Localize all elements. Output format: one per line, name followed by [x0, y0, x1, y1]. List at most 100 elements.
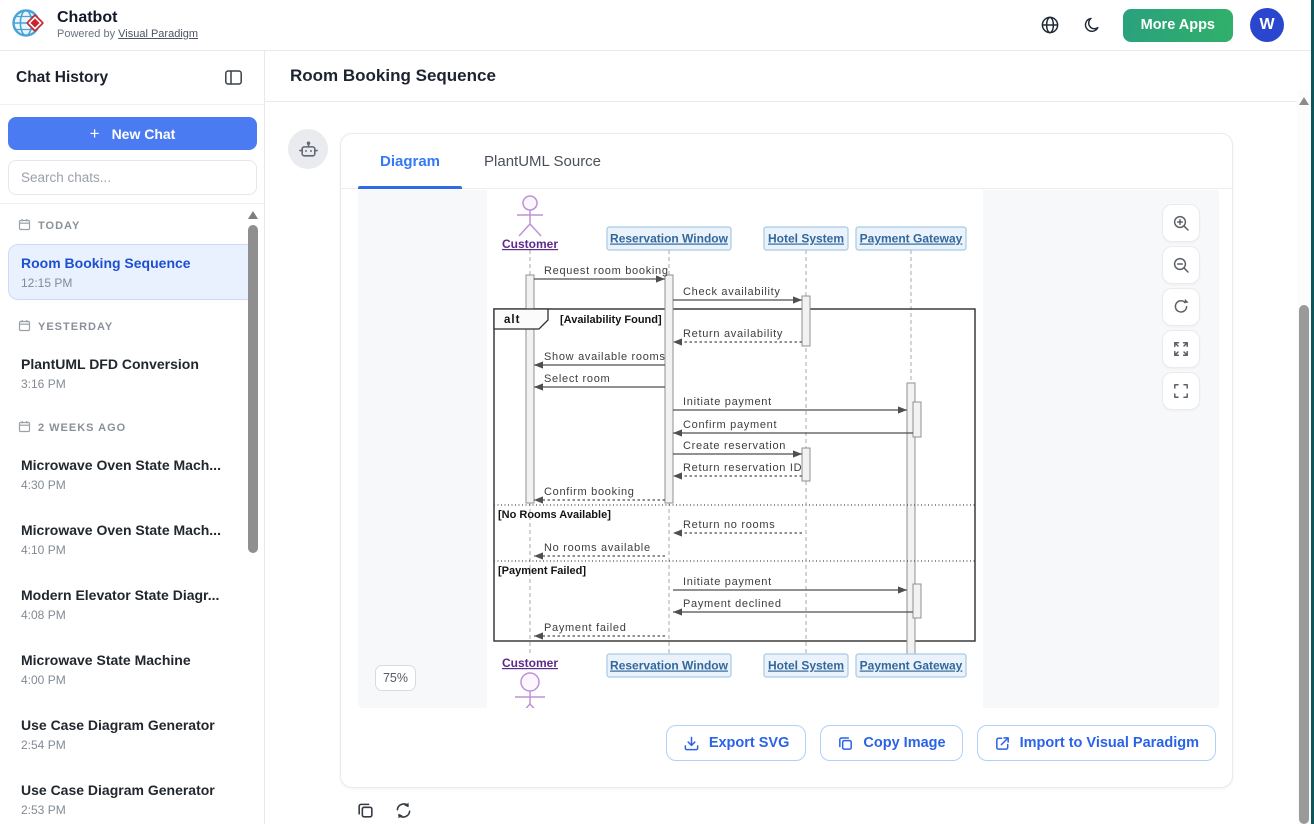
section-label: YESTERDAY	[38, 321, 113, 333]
svg-text:Customer: Customer	[502, 237, 558, 251]
tab-bar: DiagramPlantUML Source	[341, 134, 1232, 189]
sidebar-scroll-up-arrow[interactable]	[248, 211, 258, 219]
chat-item-time: 4:10 PM	[21, 543, 243, 557]
main-scrollbar[interactable]	[1297, 90, 1311, 824]
action-label: Import to Visual Paradigm	[1020, 735, 1199, 751]
sidebar: Chat History + New Chat TODAY Room Bookin…	[0, 51, 265, 824]
diagram-card: DiagramPlantUML Source [No Rooms Availab…	[340, 133, 1233, 788]
chat-item-active[interactable]: Room Booking Sequence12:15 PM	[8, 244, 256, 300]
tab-plantuml-source[interactable]: PlantUML Source	[462, 134, 623, 188]
svg-text:Payment failed: Payment failed	[544, 622, 627, 634]
section-label: 2 WEEKS AGO	[38, 422, 126, 434]
chat-item-time: 3:16 PM	[21, 377, 243, 391]
chat-item[interactable]: Microwave Oven State Mach... 4:30 PM	[8, 446, 256, 502]
chat-item[interactable]: Modern Elevator State Diagr...4:08 PM	[8, 576, 256, 632]
svg-text:Initiate payment: Initiate payment	[683, 396, 772, 408]
chat-item-time: 2:54 PM	[21, 738, 243, 752]
reset-icon	[1172, 298, 1190, 316]
import-vp-button[interactable]: Import to Visual Paradigm	[977, 725, 1216, 761]
visual-paradigm-link[interactable]: Visual Paradigm	[118, 28, 198, 40]
scroll-up-arrow[interactable]	[1299, 97, 1309, 105]
chat-item[interactable]: Microwave Oven State Mach... 4:10 PM	[8, 511, 256, 567]
app-header: Chatbot Powered by Visual Paradigm	[0, 0, 1314, 51]
action-label: Copy Image	[863, 735, 945, 751]
svg-text:Select room: Select room	[544, 373, 610, 385]
chat-section: 2 WEEKS AGO Microwave Oven State Mach... 4…	[8, 418, 256, 819]
svg-text:No rooms available: No rooms available	[544, 542, 651, 554]
plus-icon: +	[90, 125, 100, 142]
diagram-actions: Export SVG Copy Image Import to Visual Par…	[666, 725, 1216, 761]
chat-list: TODAY Room Booking Sequence12:15 PM YESTER…	[0, 204, 264, 819]
chat-item-title: Use Case Diagram Generator	[21, 781, 243, 800]
chat-item-title: PlantUML DFD Conversion	[21, 355, 243, 374]
response-actions	[355, 800, 413, 820]
svg-text:Payment Gateway: Payment Gateway	[860, 659, 963, 673]
zoom-out-icon	[1172, 256, 1190, 274]
zoom-toolbar	[1162, 204, 1200, 410]
fullscreen-button[interactable]	[1162, 372, 1200, 410]
app-root: Chatbot Powered by Visual Paradigm	[0, 0, 1314, 824]
section-header: YESTERDAY	[8, 317, 256, 345]
collapse-panel-icon[interactable]	[220, 65, 246, 91]
expand-icon	[1172, 340, 1190, 358]
chat-item[interactable]: Use Case Diagram Generator 2:54 PM	[8, 706, 256, 762]
calendar-icon	[18, 319, 31, 335]
svg-text:[Availability Found]: [Availability Found]	[560, 314, 662, 326]
chat-item-time: 4:00 PM	[21, 673, 243, 687]
page-title: Room Booking Sequence	[290, 66, 496, 86]
refresh-icon	[394, 801, 413, 820]
sidebar-scrollbar-thumb[interactable]	[248, 225, 258, 553]
language-globe-button[interactable]	[1037, 12, 1063, 38]
fit-screen-button[interactable]	[1162, 330, 1200, 368]
chat-item-title: Microwave Oven State Mach...	[21, 456, 243, 475]
user-avatar[interactable]: W	[1250, 8, 1284, 42]
chat-section: TODAY Room Booking Sequence12:15 PM	[8, 216, 256, 300]
diagram-viewport[interactable]: [No Rooms Available][Payment Failed]alt[…	[358, 190, 1219, 708]
chat-item-time: 2:53 PM	[21, 803, 243, 817]
search-chats-input[interactable]	[8, 160, 257, 195]
dark-mode-moon-button[interactable]	[1080, 12, 1106, 38]
main-scrollbar-thumb[interactable]	[1299, 305, 1309, 824]
section-label: TODAY	[38, 220, 80, 232]
reset-view-button[interactable]	[1162, 288, 1200, 326]
fullscreen-icon	[1172, 382, 1190, 400]
sequence-diagram: [No Rooms Available][Payment Failed]alt[…	[358, 190, 1219, 708]
svg-text:Initiate payment: Initiate payment	[683, 576, 772, 588]
regenerate-button[interactable]	[393, 800, 413, 820]
chat-item-time: 4:30 PM	[21, 478, 243, 492]
svg-text:Hotel System: Hotel System	[768, 232, 844, 246]
chat-item-title: Microwave Oven State Mach...	[21, 521, 243, 540]
app-title: Chatbot	[57, 9, 198, 27]
svg-text:Customer: Customer	[502, 656, 558, 670]
zoom-out-button[interactable]	[1162, 246, 1200, 284]
svg-text:[No Rooms Available]: [No Rooms Available]	[498, 509, 611, 521]
zoom-in-button[interactable]	[1162, 204, 1200, 242]
tab-diagram[interactable]: Diagram	[358, 134, 462, 188]
svg-text:Hotel System: Hotel System	[768, 659, 844, 673]
svg-text:Reservation Window: Reservation Window	[610, 232, 729, 246]
chat-item[interactable]: Use Case Diagram Generator 2:53 PM	[8, 771, 256, 819]
svg-text:Check availability: Check availability	[683, 286, 781, 298]
section-header: TODAY	[8, 216, 256, 244]
chat-item[interactable]: Microwave State Machine4:00 PM	[8, 641, 256, 697]
copy-dark-icon	[356, 801, 375, 820]
action-label: Export SVG	[709, 735, 790, 751]
download-icon	[683, 735, 700, 752]
more-apps-button[interactable]: More Apps	[1123, 9, 1233, 42]
svg-text:Show available rooms: Show available rooms	[544, 351, 666, 363]
copy-response-button[interactable]	[355, 800, 375, 820]
new-chat-button[interactable]: + New Chat	[8, 117, 257, 150]
zoom-in-icon	[1172, 214, 1190, 232]
svg-text:Return reservation ID: Return reservation ID	[683, 462, 802, 474]
svg-text:Request room booking: Request room booking	[544, 265, 669, 277]
chat-item[interactable]: PlantUML DFD Conversion 3:16 PM	[8, 345, 256, 401]
brand: Chatbot Powered by Visual Paradigm	[10, 4, 198, 47]
svg-text:Payment declined: Payment declined	[683, 598, 782, 610]
chat-history-title: Chat History	[16, 69, 108, 87]
copy-image-button[interactable]: Copy Image	[820, 725, 962, 761]
section-header: 2 WEEKS AGO	[8, 418, 256, 446]
bot-avatar	[288, 129, 328, 169]
export-svg-button[interactable]: Export SVG	[666, 725, 807, 761]
chat-item-title: Use Case Diagram Generator	[21, 716, 243, 735]
svg-text:Return no rooms: Return no rooms	[683, 519, 775, 531]
